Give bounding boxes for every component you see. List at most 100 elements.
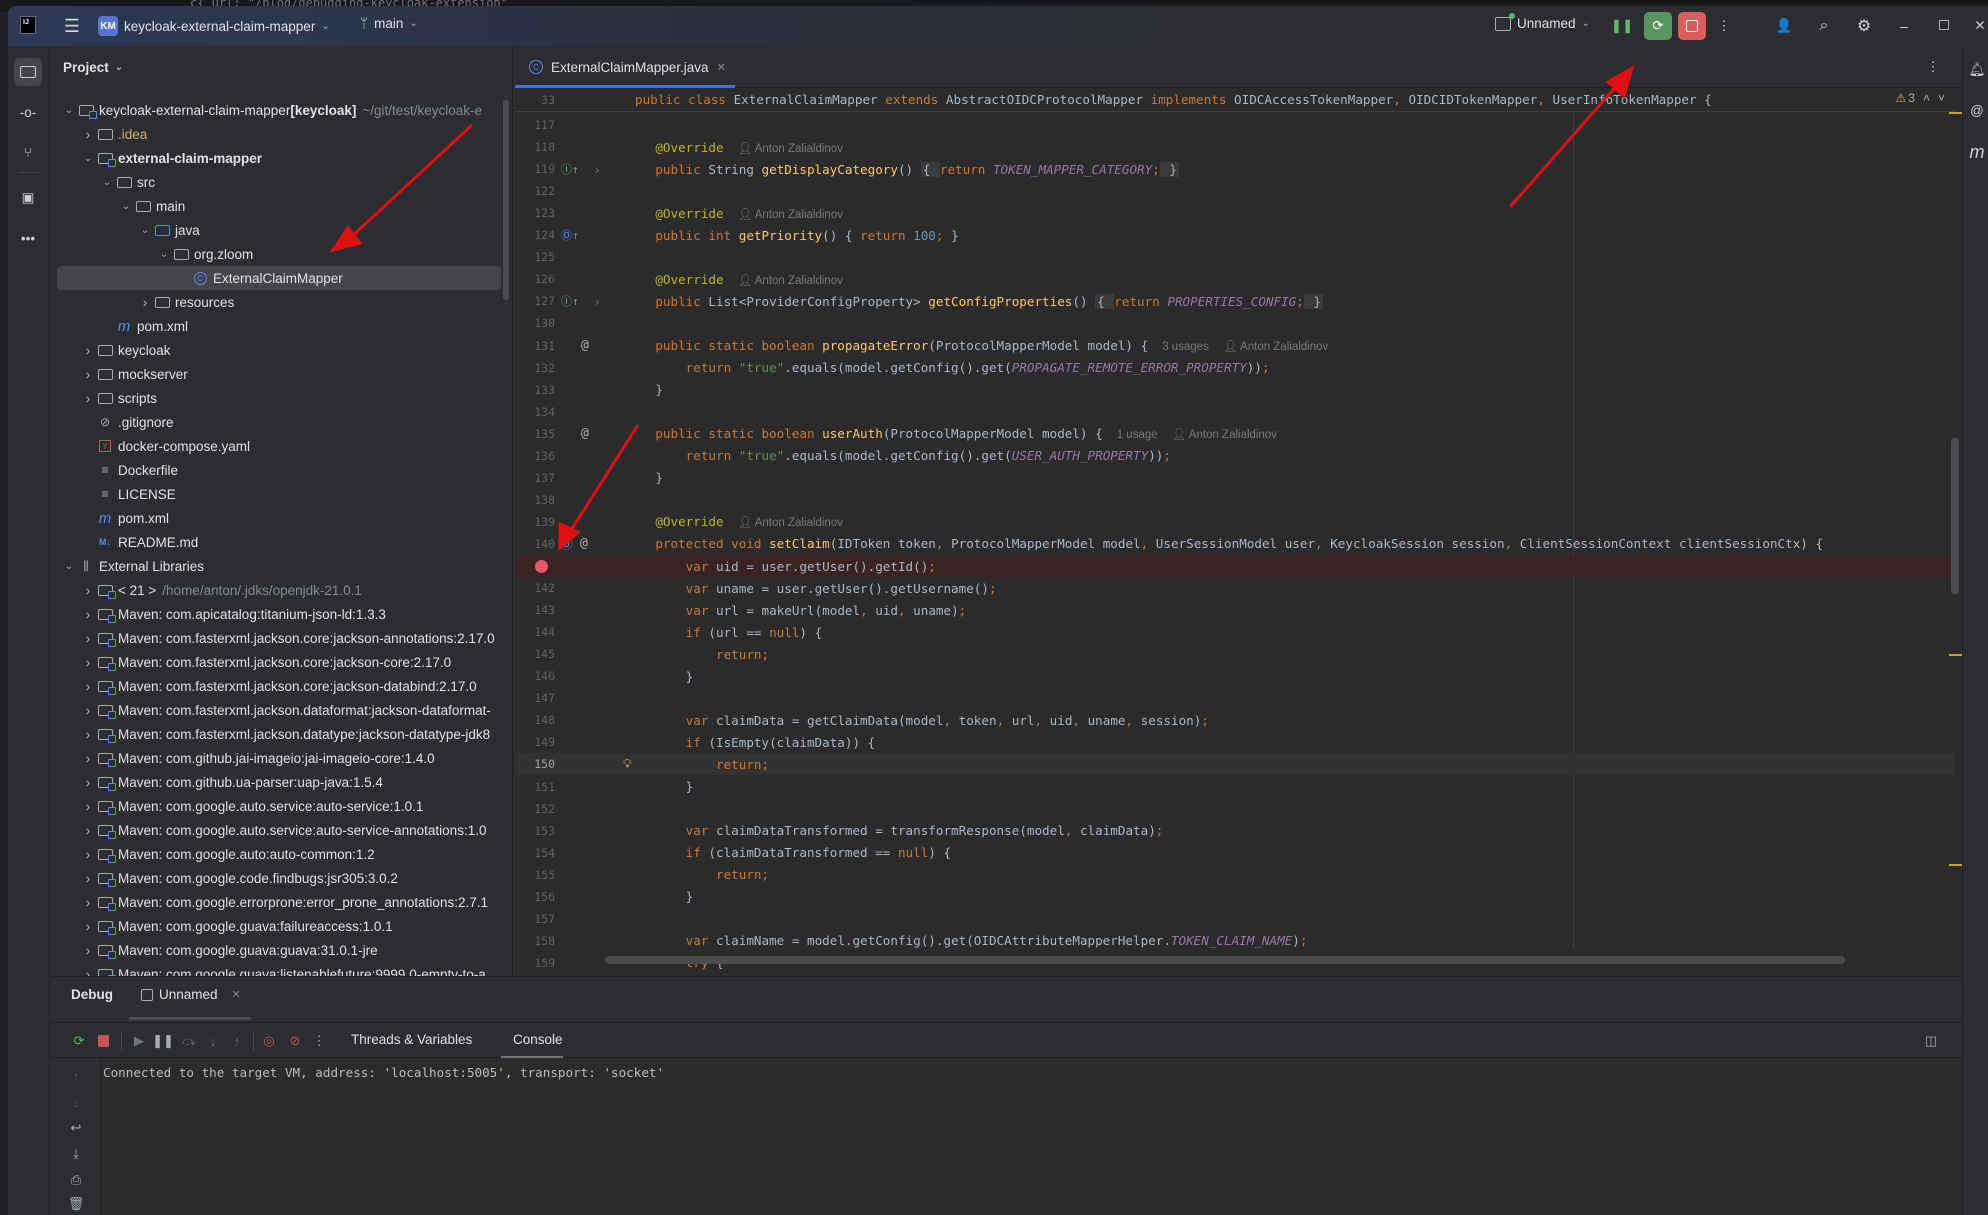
tree-item[interactable]: › Maven: com.google.guava:guava:31.0.1-jr… [51, 938, 506, 962]
gutter[interactable]: Ⓞ @ [555, 533, 625, 555]
step-out-button[interactable]: ↑ [227, 1031, 247, 1051]
author-hint[interactable]: 👤︎ Anton Zalialdinov [738, 517, 843, 529]
line-number[interactable]: 125 [515, 250, 555, 264]
gutter[interactable] [555, 577, 625, 599]
line-number[interactable]: 154 [515, 846, 555, 860]
line-number[interactable]: 150 [515, 757, 555, 771]
annotation-at-icon[interactable]: @ [580, 536, 588, 551]
search-button[interactable]: ⌕ [1810, 12, 1838, 40]
gutter[interactable]: Ⓞ↑ [555, 224, 625, 246]
tab-console[interactable]: Console [513, 1032, 563, 1047]
code-line[interactable]: 125 [515, 246, 1955, 268]
gutter[interactable] [555, 908, 625, 930]
layout-settings-button[interactable]: ◫ [1921, 1031, 1941, 1051]
code-line[interactable]: 126 @Override 👤︎ Anton Zalialdinov [515, 268, 1955, 290]
line-number[interactable]: 135 [515, 427, 555, 441]
previous-highlight-icon[interactable]: ˄ [1923, 91, 1930, 105]
line-number[interactable]: 131 [515, 339, 555, 353]
fold-chevron-icon[interactable]: › [593, 294, 601, 309]
gutter[interactable] [555, 180, 625, 202]
author-hint[interactable]: 👤︎ Anton Zalialdinov [738, 275, 843, 287]
code-line[interactable]: 144 if (url == null) { [515, 621, 1955, 643]
line-number[interactable]: 145 [515, 647, 555, 661]
pause-program-button[interactable]: ❚❚ [152, 1031, 174, 1051]
code-editor[interactable]: 117 118 @Override 👤︎ Anton Zalialdinov 119 Ⓘ… [515, 88, 1961, 976]
tree-item[interactable]: ≡ Dockerfile [51, 458, 506, 482]
tree-item[interactable]: m pom.xml [51, 314, 506, 338]
chevron-right-icon[interactable]: › [80, 870, 96, 886]
code-with-me-button[interactable]: 👤 [1770, 12, 1798, 40]
gutter[interactable] [555, 246, 625, 268]
toolstrip-project[interactable] [14, 58, 42, 86]
chevron-down-icon[interactable]: ⌄ [99, 177, 115, 188]
scroll-to-end-button[interactable]: ⤓ [67, 1145, 85, 1163]
chevron-right-icon[interactable]: › [80, 366, 96, 382]
code-line[interactable]: 136 return "true".equals(model.getConfig… [515, 445, 1955, 467]
usages-hint[interactable]: 1 usage [1117, 429, 1158, 441]
gutter[interactable] [555, 731, 625, 753]
line-number[interactable]: 133 [515, 383, 555, 397]
tree-item[interactable]: › mockserver [51, 362, 506, 386]
line-number[interactable]: 137 [515, 471, 555, 485]
gutter[interactable] [555, 621, 625, 643]
line-number[interactable]: 117 [515, 118, 555, 132]
project-panel-header[interactable]: Project ⌄ [63, 60, 123, 75]
code-line[interactable]: 117 [515, 114, 1955, 136]
tree-item[interactable]: ⌄ keycloak-external-claim-mapper [keycloa… [51, 98, 506, 122]
debug-more-button[interactable]: ⋮ [309, 1031, 329, 1051]
chevron-down-icon[interactable]: ⌄ [118, 201, 134, 212]
chevron-right-icon[interactable]: › [80, 390, 96, 406]
author-hint[interactable]: 👤︎ Anton Zalialdinov [1223, 341, 1328, 353]
chevron-right-icon[interactable]: › [80, 846, 96, 862]
tree-item[interactable]: › Maven: com.github.jai-imageio:jai-image… [51, 746, 506, 770]
line-number[interactable]: 153 [515, 824, 555, 838]
chevron-right-icon[interactable]: › [80, 342, 96, 358]
line-number[interactable]: 159 [515, 956, 555, 970]
line-number[interactable]: 146 [515, 669, 555, 683]
warning-stripe-mark[interactable] [1949, 112, 1963, 114]
chevron-right-icon[interactable]: › [80, 630, 96, 646]
gutter[interactable] [555, 202, 625, 224]
chevron-down-icon[interactable]: ⌄ [137, 225, 153, 236]
resume-button[interactable]: ▶ [129, 1031, 149, 1051]
implements-method-icon[interactable]: Ⓘ↑ [561, 293, 579, 309]
code-line[interactable]: 127 Ⓘ↑ › public List<ProviderConfigPropert… [515, 290, 1955, 312]
tree-item[interactable]: › .idea [51, 122, 506, 146]
print-button[interactable]: ⎙ [67, 1171, 85, 1189]
chevron-right-icon[interactable]: › [80, 774, 96, 790]
warning-stripe-mark[interactable] [1949, 654, 1963, 656]
console-output[interactable]: Connected to the target VM, address: 'lo… [101, 1059, 1961, 1215]
gutter[interactable] [555, 467, 625, 489]
chevron-right-icon[interactable]: › [137, 294, 153, 310]
chevron-right-icon[interactable]: › [80, 606, 96, 622]
annotation-at-icon[interactable]: @ [581, 426, 589, 441]
chevron-right-icon[interactable]: › [80, 654, 96, 670]
line-number[interactable]: 138 [515, 493, 555, 507]
tree-item[interactable]: › Maven: com.google.auto.service:auto-ser… [51, 794, 506, 818]
more-actions-button[interactable]: ⋮ [1710, 12, 1738, 40]
gutter[interactable] [555, 886, 625, 908]
inspection-widget[interactable]: ⚠ 3 ˄ ˅ [1896, 91, 1945, 105]
code-line[interactable]: 143 var url = makeUrl(model, uid, uname)… [515, 599, 1955, 621]
gutter[interactable] [555, 687, 625, 709]
tree-item[interactable]: m pom.xml [51, 506, 506, 530]
tree-item[interactable]: M↓ README.md [51, 530, 506, 554]
maximize-button[interactable]: ☐ [1930, 12, 1958, 40]
gutter[interactable] [555, 511, 625, 533]
code-line[interactable]: 152 [515, 798, 1955, 820]
line-number[interactable]: 149 [515, 735, 555, 749]
vertical-scrollbar[interactable] [1951, 438, 1959, 594]
line-number[interactable]: 144 [515, 625, 555, 639]
code-line[interactable]: 135 @ public static boolean userAuth(Prot… [515, 423, 1955, 445]
toolstrip-structure[interactable]: ▣ [14, 184, 42, 212]
chevron-right-icon[interactable]: › [80, 918, 96, 934]
tree-item[interactable]: ⊘ .gitignore [51, 410, 506, 434]
line-number[interactable]: 152 [515, 802, 555, 816]
app-logo[interactable]: IJ [20, 16, 36, 34]
line-number[interactable]: 157 [515, 912, 555, 926]
chevron-right-icon[interactable]: › [80, 798, 96, 814]
line-number[interactable]: 118 [515, 140, 555, 154]
implements-method-icon[interactable]: Ⓘ↑ [561, 161, 579, 177]
code-line[interactable]: 130 [515, 312, 1955, 334]
lightbulb-icon[interactable]: 💡︎ [623, 756, 632, 772]
